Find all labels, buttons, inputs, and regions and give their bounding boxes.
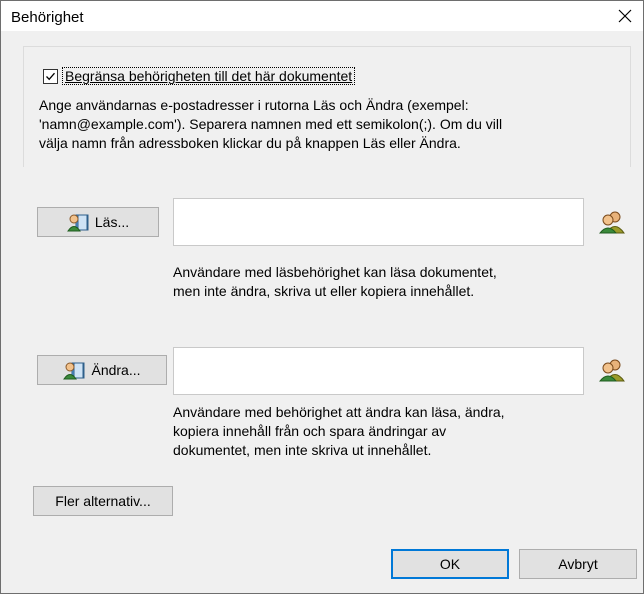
close-button[interactable] (607, 1, 643, 31)
cancel-button[interactable]: Avbryt (519, 549, 637, 579)
more-options-label: Fler alternativ... (55, 493, 151, 509)
title-bar: Behörighet (1, 1, 643, 31)
change-button[interactable]: Ändra... (37, 355, 167, 385)
read-button[interactable]: Läs... (37, 207, 159, 237)
read-help-text: Användare med läsbehörighet kan läsa dok… (173, 264, 497, 299)
change-users-field[interactable] (173, 347, 584, 395)
change-button-label: Ändra... (91, 362, 141, 378)
dialog-title: Behörighet (11, 9, 84, 26)
read-users-field[interactable] (173, 198, 584, 246)
more-options-button[interactable]: Fler alternativ... (33, 486, 173, 516)
restrict-checkbox-row[interactable]: Begränsa behörigheten till det här dokum… (43, 66, 362, 86)
checkmark-icon (46, 72, 55, 80)
instructions-text: Ange användarnas e-postadresser i rutorn… (39, 97, 503, 151)
change-help-text: Användare med behörighet att ändra kan l… (173, 404, 505, 458)
ok-button-label: OK (439, 556, 461, 572)
permission-dialog: Behörighet Begränsa behörigheten till de… (0, 0, 644, 594)
users-icon (599, 359, 625, 382)
ok-button[interactable]: OK (391, 549, 509, 579)
restrict-checkbox-label: Begränsa behörigheten till det här dokum… (62, 67, 356, 85)
restrict-checkbox[interactable] (43, 68, 58, 84)
cancel-button-label: Avbryt (558, 556, 598, 572)
close-icon (618, 9, 632, 23)
user-book-icon (63, 360, 85, 380)
user-book-icon (66, 212, 89, 232)
users-icon (599, 211, 625, 234)
read-button-label: Läs... (94, 214, 130, 230)
change-addressbook-button[interactable] (597, 355, 627, 385)
read-addressbook-button[interactable] (597, 207, 627, 237)
